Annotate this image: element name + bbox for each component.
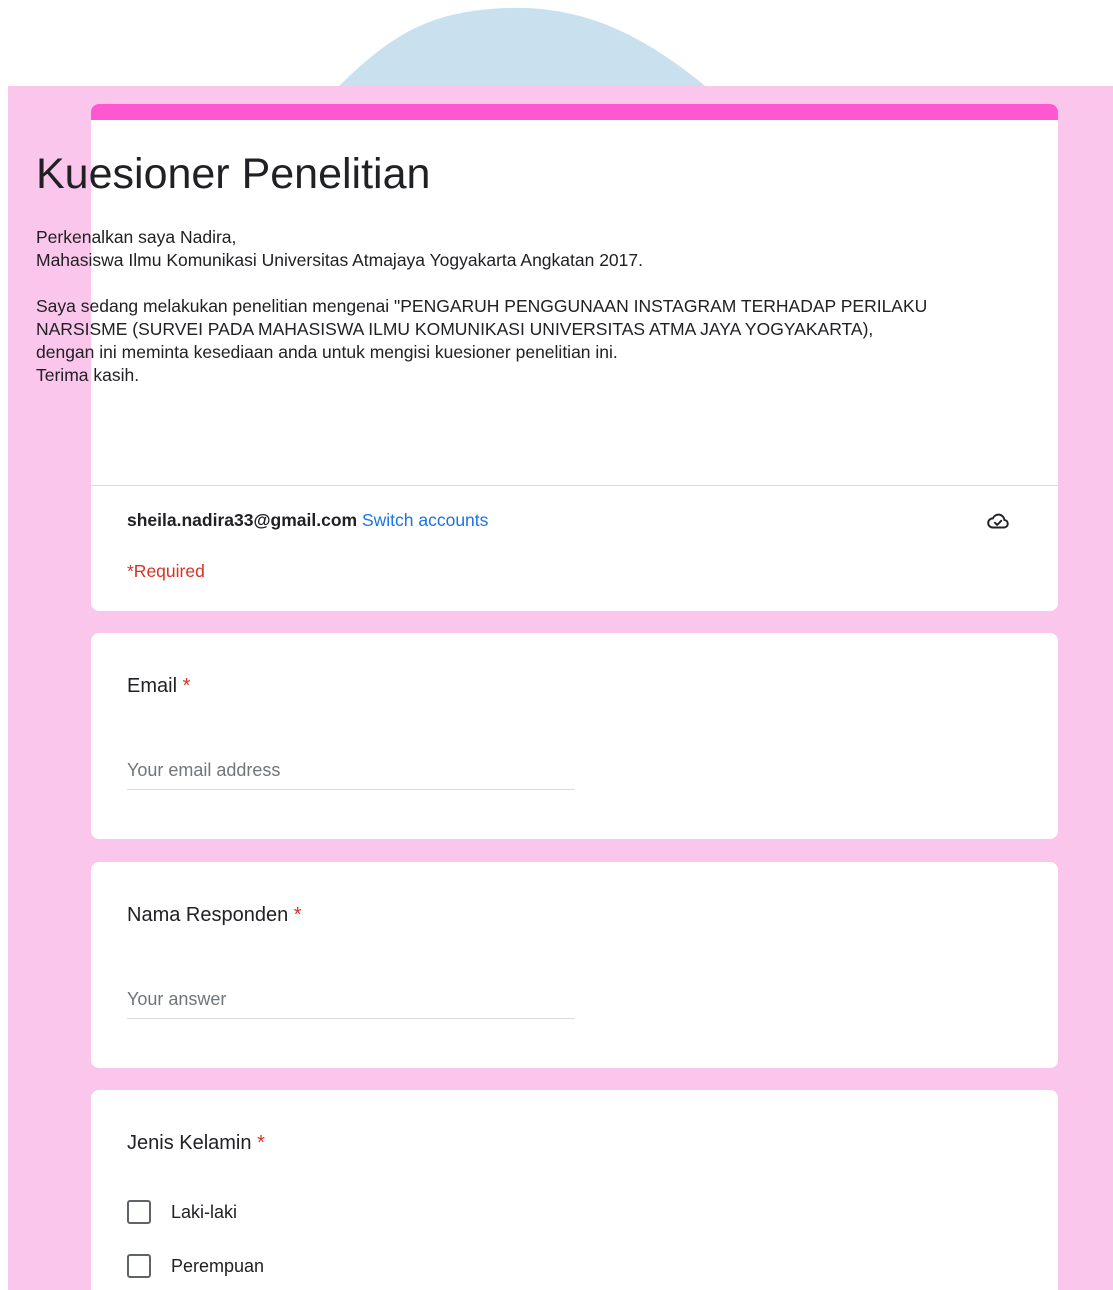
question-label: Email * (127, 675, 190, 698)
description-line: Mahasiswa Ilmu Komunikasi Universitas At… (36, 250, 643, 270)
theme-accent-bar (91, 104, 1058, 120)
required-asterisk: * (293, 904, 302, 926)
checkbox-empty-icon[interactable] (127, 1254, 151, 1278)
question-card-email: Email * (91, 633, 1058, 839)
question-title: Jenis Kelamin (127, 1132, 252, 1154)
option-laki-laki[interactable]: Laki-laki (127, 1200, 237, 1224)
description-line: Terima kasih. (36, 365, 140, 385)
option-perempuan[interactable]: Perempuan (127, 1254, 264, 1278)
description-blank-line (36, 272, 936, 295)
email-input[interactable] (127, 751, 575, 790)
nama-responden-input[interactable] (127, 980, 575, 1019)
question-title: Nama Responden (127, 904, 289, 926)
description-line: Perkenalkan saya Nadira, (36, 227, 237, 247)
form-description: Perkenalkan saya Nadira, Mahasiswa Ilmu … (36, 226, 936, 387)
header-decoration (335, 7, 710, 90)
form-page: Kuesioner Penelitian Perkenalkan saya Na… (0, 0, 1113, 1290)
description-line: dengan ini meminta kesediaan anda untuk … (36, 342, 618, 362)
question-card-nama-responden: Nama Responden * (91, 862, 1058, 1068)
question-card-jenis-kelamin: Jenis Kelamin * Laki-laki Perempuan (91, 1090, 1058, 1290)
required-asterisk: * (257, 1132, 265, 1154)
question-label: Jenis Kelamin * (127, 1132, 265, 1155)
form-title: Kuesioner Penelitian (36, 150, 431, 198)
switch-accounts-link[interactable]: Switch accounts (362, 510, 488, 530)
option-label: Laki-laki (171, 1201, 238, 1222)
header-blob (335, 7, 710, 90)
question-title: Email (127, 675, 178, 697)
required-asterisk: * (182, 675, 191, 697)
checkbox-empty-icon[interactable] (127, 1200, 151, 1224)
description-line: Saya sedang melakukan penelitian mengena… (36, 296, 928, 339)
option-label: Perempuan (171, 1255, 265, 1276)
question-label: Nama Responden * (127, 904, 302, 927)
